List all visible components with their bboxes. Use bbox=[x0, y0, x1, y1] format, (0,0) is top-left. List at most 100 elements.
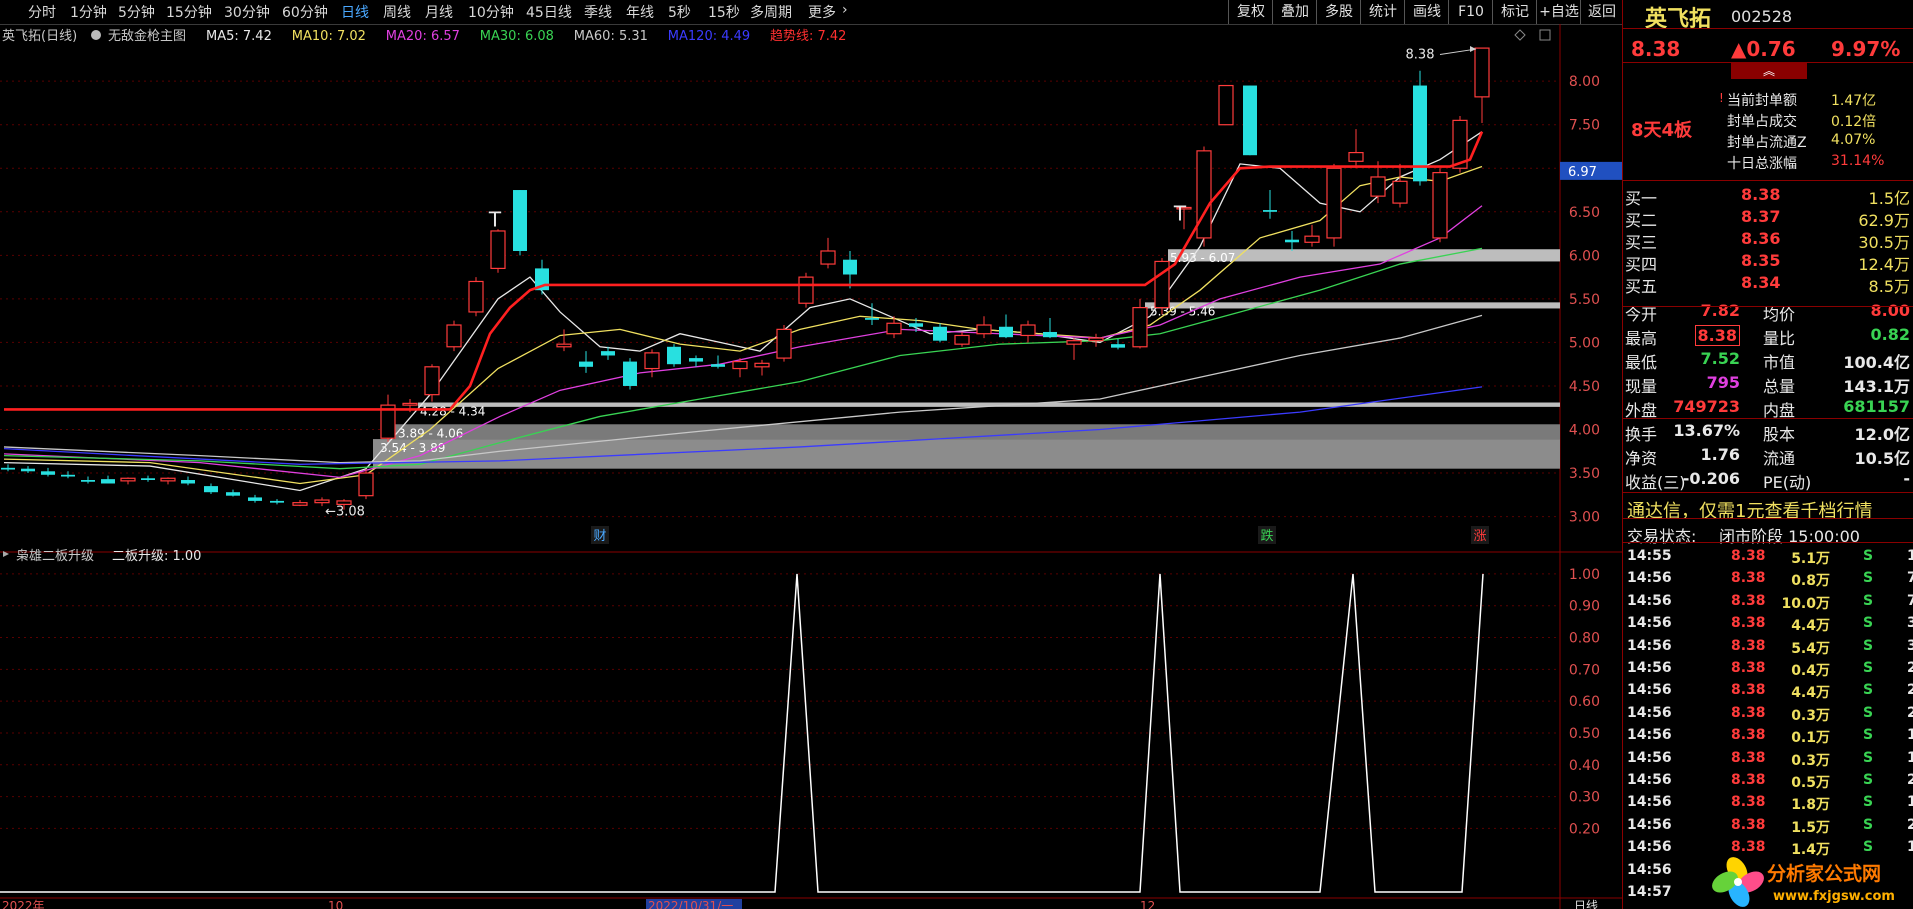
stat-row: 外盘 749723 内盘 681157 bbox=[1623, 396, 1913, 420]
period-4[interactable]: 30分钟 bbox=[224, 2, 270, 22]
event-label[interactable]: 财 bbox=[593, 529, 606, 544]
bid-row[interactable]: 买四 8.35 12.4万 bbox=[1623, 250, 1913, 274]
candle bbox=[1326, 167, 1342, 239]
tick-volume: 0.1万 bbox=[1791, 730, 1830, 747]
ma-value-6: 趋势线: 7.42 bbox=[770, 28, 846, 44]
tick-row[interactable]: 14:56 8.38 4.4万 S 3 bbox=[1623, 613, 1913, 635]
tick-row[interactable]: 14:56 8.38 0.3万 S 1 bbox=[1623, 748, 1913, 770]
bid-row[interactable]: 买一 8.38 1.5亿 bbox=[1623, 184, 1913, 208]
stat-label: 均价 bbox=[1763, 305, 1796, 324]
period-6[interactable]: 日线 bbox=[341, 2, 369, 22]
tick-count: 2 bbox=[1907, 660, 1913, 676]
toolbar-button-1[interactable]: 叠加 bbox=[1272, 0, 1317, 24]
tick-row[interactable]: 14:56 8.38 0.4万 S 2 bbox=[1623, 658, 1913, 680]
bid-row[interactable]: 买五 8.34 8.5万 bbox=[1623, 272, 1913, 296]
event-label[interactable]: 涨 bbox=[1473, 529, 1486, 544]
tick-volume: 1.5万 bbox=[1791, 819, 1830, 836]
tick-price: 8.38 bbox=[1731, 548, 1766, 564]
period-12[interactable]: 年线 bbox=[626, 2, 654, 22]
x-axis-label: 10 bbox=[328, 899, 343, 909]
tick-volume: 5.1万 bbox=[1791, 551, 1830, 567]
period-2[interactable]: 5分钟 bbox=[118, 2, 155, 22]
price-tick-label: 4.50 bbox=[1569, 379, 1600, 395]
candle bbox=[1043, 331, 1057, 338]
tick-volume: 0.3万 bbox=[1791, 707, 1830, 724]
window-icon[interactable] bbox=[1539, 29, 1551, 41]
candle bbox=[314, 499, 330, 504]
period-14[interactable]: 15秒 bbox=[708, 2, 740, 22]
tick-price: 8.38 bbox=[1731, 816, 1766, 833]
toolbar-button-2[interactable]: 多股 bbox=[1316, 0, 1361, 24]
price-tick-label: 6.00 bbox=[1569, 248, 1600, 264]
candle bbox=[798, 276, 814, 304]
candle bbox=[579, 361, 593, 367]
period-10[interactable]: 45日线 bbox=[526, 2, 572, 22]
tick-row[interactable]: 14:56 8.38 0.5万 S 2 bbox=[1623, 770, 1913, 792]
period-0[interactable]: 分时 bbox=[28, 2, 56, 22]
candle bbox=[490, 230, 506, 270]
toolbar-button-0[interactable]: 复权 bbox=[1228, 0, 1273, 24]
toolbar-button-6[interactable]: 标记 bbox=[1492, 0, 1537, 24]
tick-row[interactable]: 14:56 8.38 1.5万 S 2 bbox=[1623, 815, 1913, 837]
toolbar-button-5[interactable]: F10 bbox=[1448, 0, 1493, 24]
period-3[interactable]: 15分钟 bbox=[166, 2, 212, 22]
tick-price: 8.38 bbox=[1731, 749, 1766, 766]
tick-price: 8.38 bbox=[1731, 660, 1766, 676]
tick-volume: 4.4万 bbox=[1791, 685, 1830, 702]
period-16[interactable]: 更多 bbox=[808, 2, 836, 22]
tick-price: 8.38 bbox=[1731, 772, 1766, 788]
event-label[interactable]: 跌 bbox=[1260, 528, 1273, 544]
toolbar-button-3[interactable]: 统计 bbox=[1360, 0, 1405, 24]
pinwheel-logo-icon bbox=[1712, 857, 1764, 907]
more-chevron-icon[interactable]: › bbox=[842, 2, 848, 18]
trade-status-value: 闭市阶段 15:00:00 bbox=[1719, 527, 1860, 546]
trade-status-label: 交易状态: bbox=[1627, 527, 1697, 546]
candle bbox=[732, 360, 748, 370]
ma-value-2: MA20: 6.57 bbox=[386, 29, 460, 44]
promo-banner[interactable]: 通达信，仅需1元查看千档行情 bbox=[1627, 497, 1872, 523]
tick-row[interactable]: 14:56 8.38 10.0万 S 7 bbox=[1623, 591, 1913, 613]
diamond-icon[interactable] bbox=[1514, 29, 1526, 41]
stat-row: 净资 1.76 流通 10.5亿 bbox=[1623, 444, 1913, 468]
bid-row[interactable]: 买三 8.36 30.5万 bbox=[1623, 228, 1913, 252]
candle bbox=[101, 479, 115, 484]
sub-indicator-value: 二板升级: 1.00 bbox=[112, 549, 201, 564]
tick-row[interactable]: 14:55 8.38 5.1万 S 1 bbox=[1623, 546, 1913, 568]
candle bbox=[1020, 324, 1036, 337]
period-9[interactable]: 10分钟 bbox=[468, 2, 514, 22]
tick-row[interactable]: 14:56 8.38 0.8万 S 7 bbox=[1623, 568, 1913, 590]
toolbar-button-4[interactable]: 画线 bbox=[1404, 0, 1449, 24]
period-1[interactable]: 1分钟 bbox=[70, 2, 107, 22]
period-13[interactable]: 5秒 bbox=[668, 2, 691, 22]
tick-count: 3 bbox=[1907, 638, 1913, 654]
period-11[interactable]: 季线 bbox=[584, 2, 612, 22]
bid-row[interactable]: 买二 8.37 62.9万 bbox=[1623, 206, 1913, 230]
seal-label: 十日总涨幅 bbox=[1727, 156, 1797, 172]
period-7[interactable]: 周线 bbox=[383, 2, 411, 22]
tick-count: 2 bbox=[1907, 705, 1913, 721]
tick-time: 14:56 bbox=[1627, 637, 1672, 654]
period-5[interactable]: 60分钟 bbox=[282, 2, 328, 22]
tick-row[interactable]: 14:56 8.38 5.4万 S 3 bbox=[1623, 636, 1913, 658]
period-8[interactable]: 月线 bbox=[425, 2, 453, 22]
tick-side: S bbox=[1863, 548, 1874, 564]
tick-row[interactable]: 14:56 8.38 4.4万 S 2 bbox=[1623, 680, 1913, 702]
formula-name[interactable]: 无敌金枪主图 bbox=[108, 28, 186, 44]
x-axis-label: 2022/10/31/一 bbox=[648, 899, 733, 909]
tick-count: 7 bbox=[1907, 593, 1913, 609]
toolbar-button-8[interactable]: 返回 bbox=[1580, 0, 1623, 24]
period-15[interactable]: 多周期 bbox=[750, 2, 792, 22]
candle bbox=[446, 324, 462, 348]
tick-row[interactable]: 14:56 8.38 1.8万 S 1 bbox=[1623, 792, 1913, 814]
stat-label: 现量 bbox=[1625, 377, 1658, 396]
tick-row[interactable]: 14:56 8.38 0.1万 S 1 bbox=[1623, 725, 1913, 747]
formula-toggle-icon[interactable] bbox=[91, 30, 101, 40]
stat-value: 8.00 bbox=[1870, 301, 1910, 320]
collapse-button[interactable]: ︽ bbox=[1731, 63, 1807, 79]
chart-area[interactable]: 英飞拓(日线) 无敌金枪主图 MA5: 7.42 MA10: 7.02 MA20: 6.… bbox=[0, 24, 1622, 909]
seal-value: 1.47亿 bbox=[1831, 93, 1877, 109]
candle bbox=[1088, 337, 1104, 342]
seal-value: 0.12倍 bbox=[1831, 114, 1877, 130]
tick-row[interactable]: 14:56 8.38 0.3万 S 2 bbox=[1623, 703, 1913, 725]
toolbar-button-7[interactable]: +自选 bbox=[1536, 0, 1581, 24]
